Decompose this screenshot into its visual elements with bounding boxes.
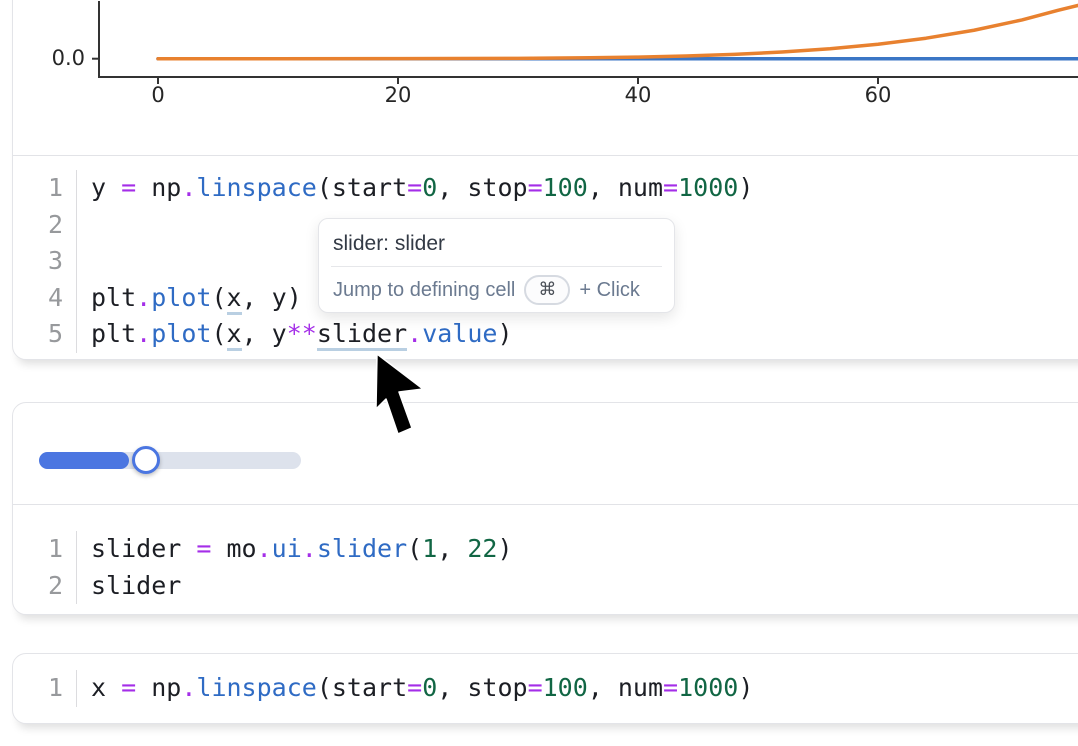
command-key-badge: ⌘ bbox=[524, 275, 570, 305]
line-number: 1 bbox=[13, 531, 77, 568]
code-editor[interactable]: 1slider = mo.ui.slider(1, 22)2slider bbox=[13, 505, 1078, 604]
referenced-variable: slider bbox=[317, 319, 407, 351]
x-tick-label: 20 bbox=[385, 83, 412, 107]
cell-x-definition: 1x = np.linspace(start=0, stop=100, num=… bbox=[12, 653, 1078, 724]
cell-slider: 1slider = mo.ui.slider(1, 22)2slider bbox=[12, 402, 1078, 615]
code-line-text[interactable]: y = np.linspace(start=0, stop=100, num=1… bbox=[77, 170, 753, 207]
code-line-text[interactable]: plt.plot(x, y**slider.value) bbox=[77, 316, 513, 353]
x-tick-label: 40 bbox=[625, 83, 652, 107]
code-line-text[interactable] bbox=[77, 207, 91, 244]
code-line[interactable]: 1x = np.linspace(start=0, stop=100, num=… bbox=[13, 670, 1078, 707]
code-editor[interactable]: 1x = np.linspace(start=0, stop=100, num=… bbox=[13, 654, 1078, 707]
slider-handle[interactable] bbox=[132, 446, 160, 474]
code-line[interactable]: 1slider = mo.ui.slider(1, 22) bbox=[13, 531, 1078, 568]
tooltip-action-row: Jump to defining cell ⌘ + Click bbox=[319, 267, 674, 313]
referenced-variable: x bbox=[227, 283, 242, 315]
line-number: 4 bbox=[13, 280, 77, 317]
code-line-text[interactable]: slider = mo.ui.slider(1, 22) bbox=[77, 531, 513, 568]
line-number: 3 bbox=[13, 243, 77, 280]
line-number: 5 bbox=[13, 316, 77, 353]
code-line[interactable]: 1y = np.linspace(start=0, stop=100, num=… bbox=[13, 170, 1078, 207]
slider-output-area bbox=[13, 403, 1078, 504]
code-line-text[interactable]: plt.plot(x, y) bbox=[77, 280, 302, 317]
x-tick-label: 0 bbox=[151, 83, 164, 107]
plot-line-y**slider.value bbox=[158, 4, 1078, 58]
jump-to-defining-cell-link[interactable]: Jump to defining cell bbox=[333, 279, 515, 302]
variable-hover-tooltip: slider: slider Jump to defining cell ⌘ +… bbox=[318, 218, 675, 313]
code-line-text[interactable] bbox=[77, 243, 91, 280]
marimo-notebook: { "app": {"name": "marimo notebook"}, "c… bbox=[0, 0, 1078, 746]
code-line-text[interactable]: x = np.linspace(start=0, stop=100, num=1… bbox=[77, 670, 753, 707]
code-line[interactable]: 2slider bbox=[13, 568, 1078, 605]
line-number: 1 bbox=[13, 670, 77, 707]
code-line[interactable]: 5plt.plot(x, y**slider.value) bbox=[13, 316, 1078, 353]
tooltip-variable-title: slider: slider bbox=[319, 219, 674, 266]
line-number: 2 bbox=[13, 207, 77, 244]
line-number: 2 bbox=[13, 568, 77, 605]
matplotlib-plot-output: 0 20 40 60 0.0 bbox=[13, 1, 1078, 155]
referenced-variable: x bbox=[227, 319, 242, 351]
slider-track[interactable] bbox=[39, 452, 301, 469]
line-number: 1 bbox=[13, 170, 77, 207]
y-tick-label: 0.0 bbox=[52, 46, 85, 70]
code-line-text[interactable]: slider bbox=[77, 568, 181, 605]
slider-fill bbox=[39, 452, 129, 469]
x-tick-label: 60 bbox=[865, 83, 892, 107]
click-hint-label: + Click bbox=[579, 279, 640, 302]
